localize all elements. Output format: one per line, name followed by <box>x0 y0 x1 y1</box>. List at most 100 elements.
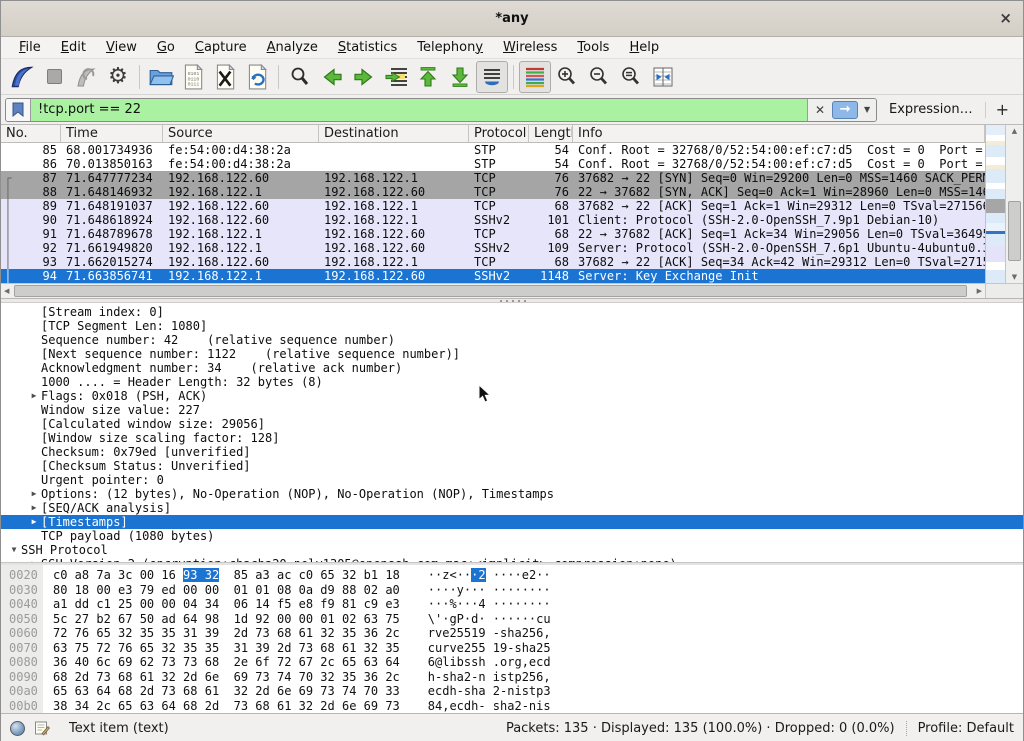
go-back-button[interactable] <box>316 61 348 93</box>
expander-icon[interactable]: ▶ <box>27 515 41 529</box>
detail-line[interactable]: 1000 .... = Header Length: 32 bytes (8) <box>1 375 1023 389</box>
expander-icon[interactable]: ▼ <box>7 543 21 557</box>
detail-line[interactable]: Checksum: 0x79ed [unverified] <box>1 445 1023 459</box>
packet-row[interactable]: │9271.661949820192.168.122.1192.168.122.… <box>1 241 985 255</box>
detail-line[interactable]: ▼SSH Protocol <box>1 543 1023 557</box>
packet-row[interactable]: ┌8771.647777234192.168.122.60192.168.122… <box>1 171 985 185</box>
detail-line[interactable]: Urgent pointer: 0 <box>1 473 1023 487</box>
column-header-destination[interactable]: Destination <box>319 125 469 142</box>
filter-bookmark-button[interactable] <box>6 99 31 121</box>
packet-row[interactable]: 8670.013850163fe:54:00:d4:38:2aSTP54Conf… <box>1 157 985 171</box>
open-file-button[interactable] <box>145 61 177 93</box>
detail-line[interactable]: Window size value: 227 <box>1 403 1023 417</box>
menu-capture[interactable]: Capture <box>185 38 257 58</box>
packet-minimap[interactable] <box>985 125 1005 283</box>
scroll-right-arrow-icon[interactable]: ▶ <box>977 287 982 295</box>
expander-icon[interactable]: ▶ <box>27 501 41 515</box>
expander-icon[interactable]: ▶ <box>27 557 41 563</box>
expert-info-icon[interactable] <box>10 721 25 736</box>
zoom-out-button[interactable] <box>583 61 615 93</box>
column-header-length[interactable]: Length <box>529 125 573 142</box>
scroll-down-arrow-icon[interactable]: ▼ <box>1006 273 1023 281</box>
hex-row[interactable]: 007063 75 72 76 65 32 35 35 31 39 2d 73 … <box>1 641 1023 656</box>
column-header-source[interactable]: Source <box>163 125 319 142</box>
menu-view[interactable]: View <box>96 38 147 58</box>
start-capture-button[interactable] <box>6 61 38 93</box>
vscroll-thumb[interactable] <box>1008 201 1021 261</box>
expression-button[interactable]: Expression… <box>883 102 979 117</box>
capture-options-button[interactable]: ⚙ <box>102 61 134 93</box>
expander-icon[interactable]: ▶ <box>27 389 41 403</box>
packet-row[interactable]: │9071.648618924192.168.122.60192.168.122… <box>1 213 985 227</box>
column-header-no[interactable]: No. <box>1 125 61 142</box>
packet-list-hscrollbar[interactable]: ◀ ▶ <box>1 284 985 298</box>
column-header-protocol[interactable]: Protocol <box>469 125 529 142</box>
reload-file-button[interactable] <box>241 61 273 93</box>
close-window-button[interactable]: × <box>999 9 1012 27</box>
detail-line[interactable]: ▶SSH Version 2 (encryption:chacha20-poly… <box>1 557 1023 563</box>
detail-line[interactable]: ▶[SEQ/ACK analysis] <box>1 501 1023 515</box>
menu-help[interactable]: Help <box>619 38 669 58</box>
scroll-up-arrow-icon[interactable]: ▲ <box>1006 127 1023 135</box>
zoom-in-button[interactable] <box>551 61 583 93</box>
hex-row[interactable]: 006072 76 65 32 35 35 31 39 2d 73 68 61 … <box>1 626 1023 641</box>
packet-row[interactable]: │9471.663856741192.168.122.1192.168.122.… <box>1 269 985 283</box>
scroll-left-arrow-icon[interactable]: ◀ <box>4 287 9 295</box>
stop-capture-button[interactable] <box>38 61 70 93</box>
packet-row[interactable]: 8568.001734936fe:54:00:d4:38:2aSTP54Conf… <box>1 143 985 157</box>
column-header-time[interactable]: Time <box>61 125 163 142</box>
detail-line[interactable]: [Stream index: 0] <box>1 305 1023 319</box>
hex-row[interactable]: 00505c 27 b2 67 50 ad 64 98 1d 92 00 00 … <box>1 612 1023 627</box>
detail-line[interactable]: Acknowledgment number: 34 (relative ack … <box>1 361 1023 375</box>
hex-row[interactable]: 0020c0 a8 7a 3c 00 16 93 32 85 a3 ac c0 … <box>1 568 1023 583</box>
detail-line[interactable]: ▶Options: (12 bytes), No-Operation (NOP)… <box>1 487 1023 501</box>
hex-row[interactable]: 008036 40 6c 69 62 73 73 68 2e 6f 72 67 … <box>1 655 1023 670</box>
profile-status[interactable]: Profile: Default <box>918 721 1014 736</box>
menu-edit[interactable]: Edit <box>51 38 96 58</box>
detail-line[interactable]: Sequence number: 42 (relative sequence n… <box>1 333 1023 347</box>
hex-row[interactable]: 00b038 34 2c 65 63 64 68 2d 73 68 61 32 … <box>1 699 1023 714</box>
detail-line[interactable]: [Checksum Status: Unverified] <box>1 459 1023 473</box>
save-file-button[interactable]: 010101100111 <box>177 61 209 93</box>
restart-capture-button[interactable] <box>70 61 102 93</box>
hex-row[interactable]: 00a065 63 64 68 2d 73 68 61 32 2d 6e 69 … <box>1 684 1023 699</box>
packet-row[interactable]: │8971.648191037192.168.122.60192.168.122… <box>1 199 985 213</box>
colorize-toggle[interactable] <box>519 61 551 93</box>
expander-icon[interactable]: ▶ <box>27 487 41 501</box>
add-filter-button[interactable]: + <box>992 100 1017 119</box>
detail-line[interactable]: [Window size scaling factor: 128] <box>1 431 1023 445</box>
apply-filter-button[interactable]: → <box>832 101 858 119</box>
resize-columns-button[interactable] <box>647 61 679 93</box>
menu-statistics[interactable]: Statistics <box>328 38 407 58</box>
hex-row[interactable]: 0040a1 dd c1 25 00 00 04 34 06 14 f5 e8 … <box>1 597 1023 612</box>
menu-file[interactable]: File <box>9 38 51 58</box>
detail-line[interactable]: [Calculated window size: 29056] <box>1 417 1023 431</box>
filter-dropdown-button[interactable]: ▼ <box>860 101 874 119</box>
display-filter-input[interactable] <box>31 99 807 121</box>
column-header-info[interactable]: Info <box>573 125 985 142</box>
auto-scroll-toggle[interactable] <box>476 61 508 93</box>
menu-tools[interactable]: Tools <box>567 38 619 58</box>
detail-line[interactable]: TCP payload (1080 bytes) <box>1 529 1023 543</box>
hex-row[interactable]: 009068 2d 73 68 61 32 2d 6e 69 73 74 70 … <box>1 670 1023 685</box>
menu-wireless[interactable]: Wireless <box>493 38 567 58</box>
clear-filter-button[interactable]: ✕ <box>810 101 830 119</box>
zoom-reset-button[interactable] <box>615 61 647 93</box>
hex-row[interactable]: 003080 18 00 e3 79 ed 00 00 01 01 08 0a … <box>1 583 1023 598</box>
go-first-button[interactable] <box>412 61 444 93</box>
detail-line[interactable]: ▶Flags: 0x018 (PSH, ACK) <box>1 389 1023 403</box>
capture-comment-icon[interactable] <box>34 720 50 736</box>
go-forward-button[interactable] <box>348 61 380 93</box>
packet-row[interactable]: │9371.662015274192.168.122.60192.168.122… <box>1 255 985 269</box>
detail-line[interactable]: [TCP Segment Len: 1080] <box>1 319 1023 333</box>
detail-line[interactable]: ▶[Timestamps] <box>1 515 1023 529</box>
packet-list-vscrollbar[interactable]: ▲ ▼ <box>1005 125 1023 283</box>
packet-row[interactable]: │8871.648146932192.168.122.1192.168.122.… <box>1 185 985 199</box>
packet-row[interactable]: │9171.648789678192.168.122.1192.168.122.… <box>1 227 985 241</box>
detail-line[interactable]: [Next sequence number: 1122 (relative se… <box>1 347 1023 361</box>
menu-go[interactable]: Go <box>147 38 185 58</box>
find-packet-button[interactable] <box>284 61 316 93</box>
close-file-button[interactable] <box>209 61 241 93</box>
hscroll-thumb[interactable] <box>14 285 967 297</box>
menu-telephony[interactable]: Telephony <box>407 38 493 58</box>
